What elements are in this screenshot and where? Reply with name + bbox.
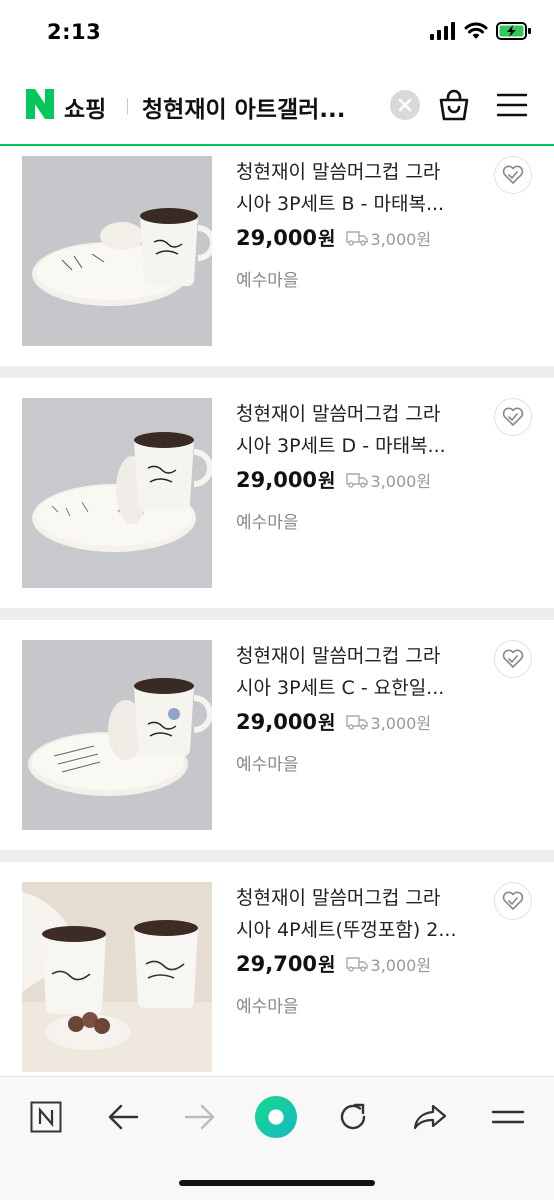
shopping-bag-icon (439, 89, 469, 121)
favorite-button[interactable] (494, 640, 532, 678)
card-separator (0, 366, 554, 378)
shipping-fee: 3,000원 (370, 713, 432, 733)
product-name[interactable]: 청현재이 말씀머그컵 그라 시아 4P세트(뚜껑포함) 2... (236, 882, 486, 946)
product-card[interactable]: 청현재이 말씀머그컵 그라 시아 3P세트 C - 요한일... 29,000 … (0, 620, 554, 850)
menu-button[interactable] (496, 92, 528, 118)
product-thumbnail[interactable] (22, 398, 212, 588)
status-time: 2:13 (47, 20, 102, 44)
store-name[interactable]: 예수마을 (236, 266, 299, 291)
price-currency: 원 (318, 712, 336, 734)
product-name-line1: 청현재이 말씀머그컵 그라 (236, 645, 441, 667)
search-query-title[interactable]: 청현재이 아트갤러... (142, 90, 376, 124)
product-thumbnail[interactable] (22, 640, 212, 830)
status-icons (430, 22, 532, 40)
product-name[interactable]: 청현재이 말씀머그컵 그라 시아 3P세트 C - 요한일... (236, 640, 486, 704)
heart-icon (502, 165, 524, 184)
price-currency: 원 (318, 470, 336, 492)
product-name[interactable]: 청현재이 말씀머그컵 그라 시아 3P세트 D - 마태복... (236, 398, 486, 462)
clear-icon (398, 98, 412, 112)
more-menu-icon (491, 1110, 525, 1124)
header-divider (127, 98, 128, 114)
back-arrow-icon (108, 1104, 139, 1130)
product-name-line1: 청현재이 말씀머그컵 그라 (236, 887, 441, 909)
product-price: 29,000 (236, 467, 318, 492)
forward-arrow-icon (184, 1104, 215, 1130)
card-separator (0, 608, 554, 620)
green-dot-button[interactable] (254, 1095, 298, 1139)
card-separator (0, 850, 554, 862)
product-price: 29,000 (236, 225, 318, 250)
product-list: 청현재이 말씀머그컵 그라 시아 3P세트 B - 마태복... 29,000 … (0, 148, 554, 1076)
wifi-icon (464, 22, 488, 39)
heart-icon (502, 649, 524, 668)
delivery-truck-icon (345, 472, 368, 488)
product-name[interactable]: 청현재이 말씀머그컵 그라 시아 3P세트 B - 마태복... (236, 156, 486, 220)
home-indicator[interactable] (179, 1180, 375, 1186)
favorite-button[interactable] (494, 398, 532, 436)
refresh-icon (340, 1103, 366, 1130)
naver-home-button[interactable] (24, 1095, 68, 1139)
back-button[interactable] (101, 1095, 145, 1139)
product-name-line1: 청현재이 말씀머그컵 그라 (236, 161, 441, 183)
refresh-button[interactable] (331, 1095, 375, 1139)
more-menu-button[interactable] (486, 1095, 530, 1139)
naver-home-icon (30, 1101, 62, 1133)
hamburger-menu-icon (496, 93, 528, 117)
clear-search-button[interactable] (390, 90, 420, 120)
favorite-button[interactable] (494, 882, 532, 920)
price-row: 29,000 원 3,000원 (236, 708, 431, 735)
product-price: 29,000 (236, 709, 318, 734)
product-name-line2: 시아 3P세트 B - 마태복... (236, 193, 445, 215)
share-button[interactable] (408, 1095, 452, 1139)
signal-icon (430, 22, 455, 40)
battery-charging-icon (496, 22, 531, 40)
store-name[interactable]: 예수마을 (236, 992, 299, 1017)
price-row: 29,000 원 3,000원 (236, 466, 431, 493)
app-header: 쇼핑 청현재이 아트갤러... (0, 66, 554, 146)
product-name-line1: 청현재이 말씀머그컵 그라 (236, 403, 441, 425)
status-bar: 2:13 (0, 0, 554, 66)
shipping-fee: 3,000원 (370, 471, 432, 491)
price-row: 29,000 원 3,000원 (236, 224, 431, 251)
product-card[interactable]: 청현재이 말씀머그컵 그라 시아 3P세트 B - 마태복... 29,000 … (0, 148, 554, 354)
cart-button[interactable] (438, 88, 470, 122)
product-thumbnail[interactable] (22, 156, 212, 346)
delivery-truck-icon (345, 714, 368, 730)
naver-logo-icon[interactable] (26, 89, 54, 119)
store-name[interactable]: 예수마을 (236, 508, 299, 533)
shipping-fee: 3,000원 (370, 955, 432, 975)
delivery-truck-icon (345, 230, 368, 246)
product-card[interactable]: 청현재이 말씀머그컵 그라 시아 3P세트 D - 마태복... 29,000 … (0, 378, 554, 608)
product-thumbnail[interactable] (22, 882, 212, 1072)
product-price: 29,700 (236, 951, 318, 976)
heart-icon (502, 891, 524, 910)
store-name[interactable]: 예수마을 (236, 750, 299, 775)
price-currency: 원 (318, 228, 336, 250)
shipping-fee: 3,000원 (370, 229, 432, 249)
favorite-button[interactable] (494, 156, 532, 194)
product-card[interactable]: 청현재이 말씀머그컵 그라 시아 4P세트(뚜껑포함) 2... 29,700 … (0, 862, 554, 1076)
delivery-truck-icon (345, 956, 368, 972)
price-row: 29,700 원 3,000원 (236, 950, 431, 977)
product-name-line2: 시아 3P세트 C - 요한일... (236, 677, 445, 699)
shopping-section-label[interactable]: 쇼핑 (64, 90, 106, 124)
product-name-line2: 시아 3P세트 D - 마태복... (236, 435, 446, 457)
forward-button[interactable] (178, 1095, 222, 1139)
product-name-line2: 시아 4P세트(뚜껑포함) 2... (236, 919, 457, 941)
share-icon (413, 1104, 447, 1130)
heart-icon (502, 407, 524, 426)
price-currency: 원 (318, 954, 336, 976)
green-dot-icon (254, 1095, 298, 1139)
